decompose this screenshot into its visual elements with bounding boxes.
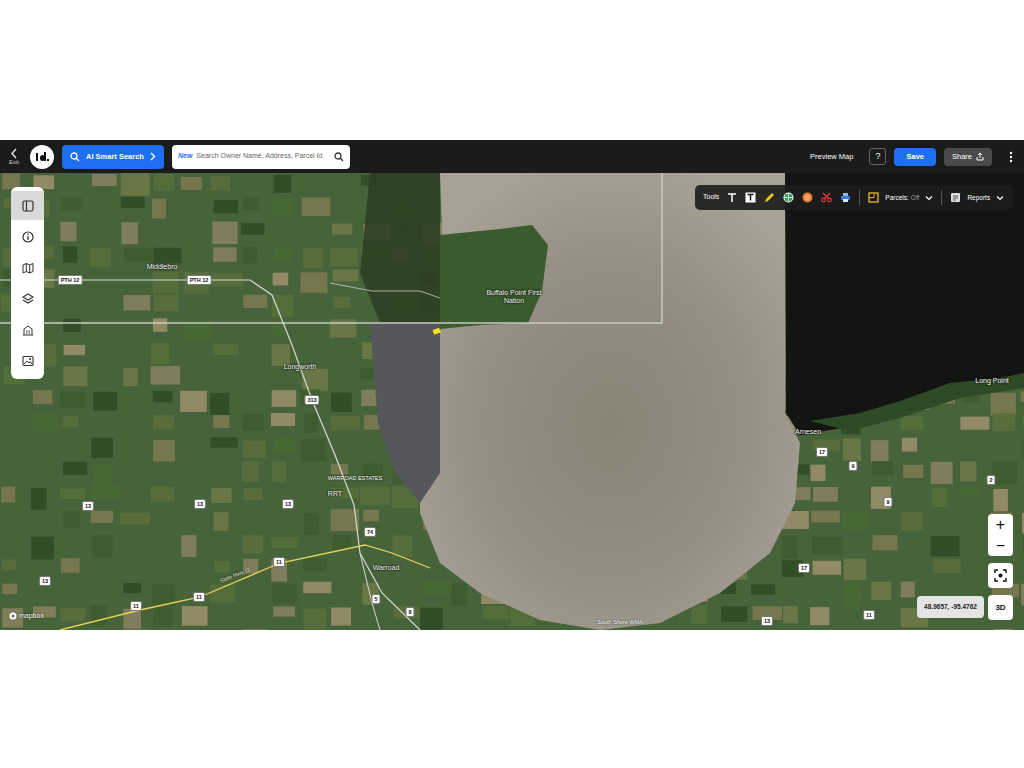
building-icon bbox=[22, 324, 34, 336]
reports-icon bbox=[950, 192, 961, 203]
mapbox-logo-icon bbox=[9, 612, 17, 620]
label-tool-icon[interactable] bbox=[745, 192, 756, 203]
road-shield: 11 bbox=[273, 557, 285, 567]
image-icon bbox=[22, 355, 34, 367]
scissors-icon[interactable] bbox=[821, 192, 832, 203]
text-tool-icon[interactable] bbox=[727, 193, 737, 203]
search-input[interactable] bbox=[196, 151, 330, 162]
save-button[interactable]: Save bbox=[894, 148, 936, 166]
side-tool-button[interactable] bbox=[11, 315, 44, 344]
circle-tool-icon[interactable] bbox=[802, 192, 813, 203]
map-label: Arnesen bbox=[795, 428, 821, 436]
zoom-in-button[interactable]: + bbox=[988, 514, 1013, 535]
back-arrow-icon bbox=[10, 148, 18, 159]
map-label: Long Point bbox=[975, 377, 1008, 385]
road-shield: 17 bbox=[798, 563, 810, 573]
locate-button[interactable] bbox=[988, 563, 1013, 588]
chevron-down-icon bbox=[996, 195, 1004, 201]
search-icon bbox=[70, 152, 80, 162]
new-badge: New bbox=[178, 151, 192, 162]
zoom-out-button[interactable]: − bbox=[988, 535, 1013, 556]
logo-icon[interactable] bbox=[30, 145, 54, 169]
map-label: Buffalo Point First Nation bbox=[486, 289, 542, 304]
road-shield: 9 bbox=[883, 497, 892, 507]
attribution-text: mapbox bbox=[19, 611, 44, 622]
road-shield: 2 bbox=[986, 475, 995, 485]
search-field[interactable]: New bbox=[172, 145, 350, 169]
road-shield: 313 bbox=[304, 395, 319, 405]
road-shield: 5 bbox=[371, 594, 380, 604]
map-canvas[interactable]: Tools Parcels: Off Reports MiddlebroPTH bbox=[0, 173, 1024, 630]
ai-search-label: AI Smart Search bbox=[86, 151, 144, 162]
road-shield: 11 bbox=[130, 601, 142, 611]
satellite-map bbox=[0, 173, 1024, 630]
side-toolbar bbox=[11, 187, 44, 379]
save-label: Save bbox=[906, 151, 924, 162]
map-label: RRT bbox=[328, 490, 342, 498]
printer-icon[interactable] bbox=[840, 192, 851, 203]
3d-label: 3D bbox=[995, 602, 1005, 614]
road-shield: PTH 12 bbox=[187, 275, 212, 285]
coordinates-display: 48.9657, -95.4762 bbox=[917, 596, 984, 618]
tools-bar: Tools Parcels: Off Reports bbox=[695, 185, 1013, 210]
reports-menu[interactable]: Reports bbox=[950, 192, 1004, 203]
side-tool-button[interactable] bbox=[11, 346, 44, 375]
focus-icon bbox=[994, 569, 1007, 582]
top-toolbar: Exit AI Smart Search New Preview Map ? S… bbox=[0, 140, 1024, 173]
exit-button[interactable]: Exit bbox=[6, 148, 22, 165]
road-shield: 11 bbox=[863, 610, 875, 620]
parcels-state: Off bbox=[911, 193, 920, 203]
separator bbox=[859, 190, 860, 205]
map-label: South Shore WMA bbox=[597, 619, 643, 625]
road-shield: 74 bbox=[364, 527, 376, 537]
parcels-label: Parcels: bbox=[885, 193, 908, 203]
globe-icon[interactable] bbox=[783, 192, 794, 203]
pencil-icon[interactable] bbox=[764, 192, 775, 203]
exit-label: Exit bbox=[9, 159, 19, 165]
parcels-toggle[interactable]: Parcels: Off bbox=[868, 192, 933, 203]
parcels-icon bbox=[868, 192, 879, 203]
separator bbox=[941, 190, 942, 205]
share-button[interactable]: Share bbox=[944, 148, 992, 166]
zoom-controls: + − bbox=[988, 514, 1013, 556]
more-icon[interactable] bbox=[1008, 151, 1014, 163]
map-icon bbox=[22, 262, 34, 274]
map-label: Middlebro bbox=[147, 263, 178, 271]
map-label: WARROAD ESTATES bbox=[328, 475, 382, 481]
reports-label: Reports bbox=[967, 193, 990, 203]
road-shield: 13 bbox=[39, 576, 51, 586]
side-tool-button[interactable] bbox=[11, 253, 44, 282]
3d-button[interactable]: 3D bbox=[988, 595, 1013, 620]
share-icon bbox=[976, 152, 984, 161]
road-shield: 8 bbox=[405, 607, 414, 617]
road-shield: 13 bbox=[282, 499, 294, 509]
preview-map-link[interactable]: Preview Map bbox=[810, 151, 853, 162]
map-label: Warroad bbox=[373, 564, 400, 572]
road-shield: 13 bbox=[82, 501, 94, 511]
chevron-down-icon bbox=[925, 195, 933, 201]
panel-icon bbox=[22, 200, 34, 212]
road-shield: 13 bbox=[194, 499, 206, 509]
road-shield: 11 bbox=[193, 592, 205, 602]
side-tool-button[interactable] bbox=[11, 222, 44, 251]
road-shield: PTH 12 bbox=[58, 275, 83, 285]
help-label: ? bbox=[875, 150, 880, 164]
side-tool-button[interactable] bbox=[11, 284, 44, 313]
road-shield: 17 bbox=[816, 447, 828, 457]
map-label: Longworth bbox=[284, 363, 317, 371]
layers-icon bbox=[22, 293, 34, 305]
coordinates-text: 48.9657, -95.4762 bbox=[924, 602, 977, 612]
share-label: Share bbox=[952, 151, 972, 162]
mapbox-attribution[interactable]: mapbox bbox=[9, 611, 44, 622]
ai-smart-search-button[interactable]: AI Smart Search bbox=[62, 145, 164, 169]
tools-label: Tools bbox=[703, 192, 719, 203]
chevron-right-icon bbox=[150, 152, 156, 161]
help-button[interactable]: ? bbox=[869, 148, 886, 165]
info-icon bbox=[22, 231, 34, 243]
side-tool-button[interactable] bbox=[11, 191, 44, 220]
road-shield: 13 bbox=[761, 616, 773, 626]
search-icon[interactable] bbox=[334, 152, 344, 162]
road-shield: 9 bbox=[848, 461, 857, 471]
